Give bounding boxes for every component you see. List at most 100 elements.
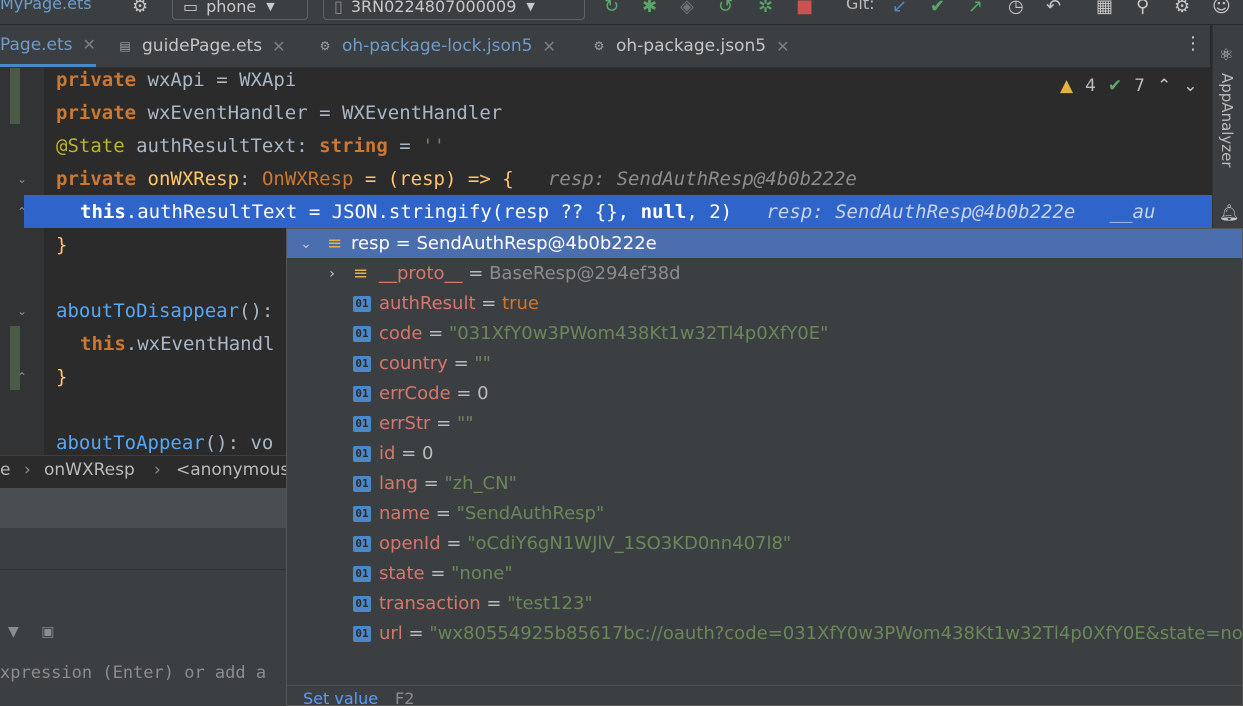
json-file-icon: ⚙: [319, 39, 331, 53]
variable-inspector-popup: ⌄ ≡ resp = SendAuthResp@4b0b222e › ≡ __p…: [286, 228, 1243, 706]
variable-value: "zh_CN": [444, 473, 517, 494]
variable-name: code: [379, 323, 423, 344]
tab-label: oh-package.json5: [616, 36, 767, 56]
breadcrumb-item[interactable]: e: [0, 460, 10, 480]
variable-value: BaseResp@294ef38d: [489, 263, 681, 284]
code-line-1: private wxApi = WXApi: [56, 68, 296, 97]
fold-icon[interactable]: ⌄: [17, 172, 27, 186]
field-type-icon: 01: [353, 626, 371, 642]
stop-icon[interactable]: ■: [796, 0, 813, 17]
fold-icon[interactable]: ⌄: [17, 304, 27, 318]
evaluate-expression-input[interactable]: xpression (Enter) or add a: [0, 663, 266, 683]
field-type-icon: 01: [353, 596, 371, 612]
project-structure-icon[interactable]: ▦: [1096, 0, 1113, 17]
equals: =: [440, 533, 468, 554]
git-label: Git:: [846, 0, 875, 13]
apply-changes-icon[interactable]: ↺: [718, 0, 733, 17]
variable-value: "none": [451, 563, 513, 584]
keyword: private: [56, 168, 137, 190]
field-type-icon: 01: [353, 356, 371, 372]
punctuation: :: [239, 168, 251, 190]
tab-guidepage[interactable]: ▤ guidePage.ets ✕: [116, 25, 285, 67]
variable-name: __proto__: [379, 263, 463, 284]
search-icon[interactable]: ⚲: [1136, 0, 1149, 17]
keyword: this: [80, 201, 126, 223]
breadcrumb-item[interactable]: <anonymous: [176, 460, 289, 480]
punctuation: :: [296, 135, 308, 157]
variable-value: true: [502, 293, 540, 314]
number-literal: 2: [709, 201, 721, 223]
fold-end-icon[interactable]: ⌃: [17, 370, 27, 384]
tab-oh-package-lock[interactable]: ⚙ oh-package-lock.json5 ✕: [316, 25, 556, 67]
device-id-dropdown[interactable]: ▯ 3RN0224807000009 ▼: [323, 0, 585, 20]
main-toolbar: MyPage.ets ⚙ ▭ phone ▼ ▯ 3RN022480700000…: [0, 0, 1243, 25]
copy-icon[interactable]: ▣: [41, 624, 54, 640]
device-icon: ▯: [334, 0, 343, 16]
rerun-icon[interactable]: ↻: [604, 0, 619, 17]
tab-mypage[interactable]: Page.ets ✕: [0, 25, 96, 67]
field-type-icon: 01: [353, 386, 371, 402]
breadcrumb-separator: ›: [154, 460, 161, 480]
field-type-icon: 01: [353, 296, 371, 312]
editor-gutter: [0, 68, 44, 455]
phone-icon: ▭: [183, 0, 199, 16]
app-analyzer-icon[interactable]: ⚛: [1219, 45, 1233, 64]
debug-toolbar: [0, 488, 286, 528]
variable-name: openId: [379, 533, 441, 554]
project-title[interactable]: MyPage.ets: [0, 0, 92, 13]
debug-bug-icon[interactable]: ✱: [642, 0, 657, 17]
operator: =: [319, 102, 331, 124]
close-icon[interactable]: ✕: [272, 37, 285, 56]
function-name: aboutToAppear: [56, 432, 205, 454]
close-icon[interactable]: ✕: [83, 35, 96, 54]
git-update-icon[interactable]: ↙: [892, 0, 907, 17]
editor-tabs: Page.ets ✕ ▤ guidePage.ets ✕ ⚙ oh-packag…: [0, 25, 1210, 68]
history-icon[interactable]: ◷: [1008, 0, 1024, 17]
device-type-dropdown[interactable]: ▭ phone ▼: [172, 0, 308, 20]
app-analyzer-tab[interactable]: AppAnalyzer: [1218, 73, 1236, 168]
breadcrumb-item[interactable]: onWXResp: [44, 460, 135, 480]
chevron-down-icon[interactable]: ⌄: [1183, 76, 1197, 96]
function-name: stringify: [388, 201, 492, 223]
code-text: = (resp) => {: [364, 168, 514, 190]
set-value-link[interactable]: Set value: [303, 689, 378, 705]
field-type-icon: 01: [353, 326, 371, 342]
variable-name: name: [379, 503, 431, 524]
tab-oh-package[interactable]: ⚙ oh-package.json5 ✕: [590, 25, 790, 67]
rollback-icon[interactable]: ↶: [1046, 0, 1061, 17]
inspection-widget[interactable]: ▲ 4 ✔ 7 ⌃ ⌄: [1060, 76, 1197, 96]
keyword: private: [56, 102, 137, 124]
chevron-down-icon[interactable]: ▼: [8, 624, 19, 640]
chevron-down-icon: ▼: [266, 0, 275, 13]
equals: =: [424, 563, 452, 584]
chevron-down-icon[interactable]: ⌄: [299, 229, 313, 259]
chevron-up-icon[interactable]: ⌃: [1157, 76, 1171, 96]
brace: }: [56, 366, 68, 388]
close-icon[interactable]: ✕: [543, 37, 556, 56]
fold-end-icon[interactable]: ⌃: [17, 205, 27, 219]
chevron-right-icon[interactable]: ›: [325, 259, 339, 289]
git-commit-icon[interactable]: ✔: [930, 0, 945, 17]
notifications-bell-icon[interactable]: 🔔︎: [1219, 203, 1239, 222]
account-icon[interactable]: ☺: [1212, 0, 1231, 17]
field-type-icon: 01: [353, 566, 371, 582]
close-icon[interactable]: ✕: [776, 37, 789, 56]
check-count: 7: [1134, 76, 1145, 96]
object-icon: ≡: [327, 233, 343, 254]
tab-label: oh-package-lock.json5: [342, 36, 533, 56]
field-type-icon: 01: [353, 506, 371, 522]
settings-icon[interactable]: ⚙: [1174, 0, 1190, 17]
code-line-10: aboutToAppear(): vo: [56, 427, 273, 455]
profiler-icon[interactable]: ✲: [758, 0, 773, 17]
variable-name: state: [379, 563, 425, 584]
variable-value: "test123": [507, 593, 593, 614]
attach-debugger-icon[interactable]: ◈: [680, 0, 694, 17]
variable-name: resp: [351, 233, 390, 254]
git-push-icon[interactable]: ↗: [968, 0, 983, 17]
identifier: wxApi: [147, 69, 205, 91]
keyword: this: [80, 333, 126, 355]
more-options-icon[interactable]: ⋮: [1184, 33, 1202, 54]
property: authResultText: [137, 201, 298, 223]
function-name: onWXResp: [147, 168, 240, 190]
settings-gear-icon[interactable]: ⚙: [132, 0, 148, 17]
